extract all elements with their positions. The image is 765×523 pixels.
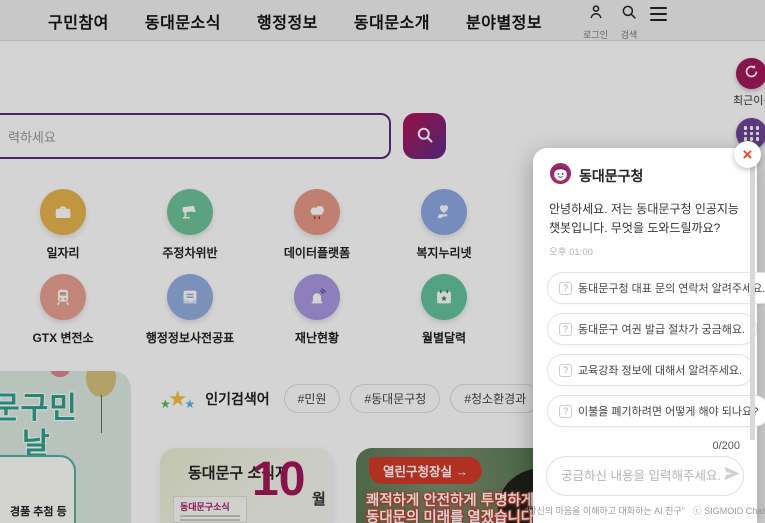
chat-input-wrap	[546, 456, 744, 496]
close-icon: ×	[743, 146, 753, 163]
chatbot-header: 동대문구청	[533, 148, 757, 190]
footer-quote: “당신의 마음을 이해하고 대화하는 AI 친구”	[525, 504, 684, 517]
quick-reply-label: 교육강좌 정보에 대해서 알려주세요.	[578, 362, 742, 378]
chatbot-quick-replies: 동대문구청 대표 문의 연락처 알려주세요. 동대문구 여권 발급 절차가 궁금…	[533, 258, 757, 427]
quick-reply-passport[interactable]: 동대문구 여권 발급 절차가 궁금해요.	[547, 313, 757, 345]
question-icon	[559, 282, 572, 295]
chatbot-greeting-message: 안녕하세요. 저는 동대문구청 인공지능 챗봇입니다. 무엇을 도와드릴까요?	[533, 190, 757, 238]
question-icon	[559, 323, 572, 336]
footer-brand: ⓒ SIGMOID Chat	[693, 504, 765, 517]
question-icon	[559, 364, 572, 377]
quick-reply-education[interactable]: 교육강좌 정보에 대해서 알려주세요.	[547, 354, 754, 386]
chat-close-button[interactable]: ×	[734, 141, 761, 168]
chatbot-message-time: 오후 01:00	[533, 238, 757, 258]
question-icon	[559, 405, 572, 418]
chatbot-title: 동대문구청	[579, 166, 643, 186]
char-counter: 0/200	[546, 440, 744, 456]
chatbot-avatar	[549, 162, 572, 190]
quick-reply-contact[interactable]: 동대문구청 대표 문의 연락처 알려주세요.	[547, 272, 765, 304]
chatbot-panel: 동대문구청 안녕하세요. 저는 동대문구청 인공지능 챗봇입니다. 무엇을 도와…	[533, 148, 757, 523]
quick-reply-label: 동대문구청 대표 문의 연락처 알려주세요.	[578, 280, 765, 296]
chat-message-input[interactable]	[561, 469, 722, 483]
chat-scrollbar[interactable]	[750, 164, 755, 450]
chat-footer: “당신의 마음을 이해하고 대화하는 AI 친구” ⓒ SIGMOID Chat	[546, 496, 744, 517]
quick-reply-label: 이불을 폐기하려면 어떻게 해야 되나요?	[578, 403, 758, 419]
send-icon[interactable]	[722, 464, 741, 488]
chat-input-area: 0/200 “당신의 마음을 이해하고 대화하는 AI 친구” ⓒ SIGMOI…	[533, 440, 757, 523]
quick-reply-bedding-disposal[interactable]: 이불을 폐기하려면 어떻게 해야 되나요?	[547, 395, 765, 427]
quick-reply-label: 동대문구 여권 발급 절차가 궁금해요.	[578, 321, 745, 337]
page: 구민참여 동대문소식 행정정보 동대문소개 분야별정보 로그인	[0, 0, 765, 523]
